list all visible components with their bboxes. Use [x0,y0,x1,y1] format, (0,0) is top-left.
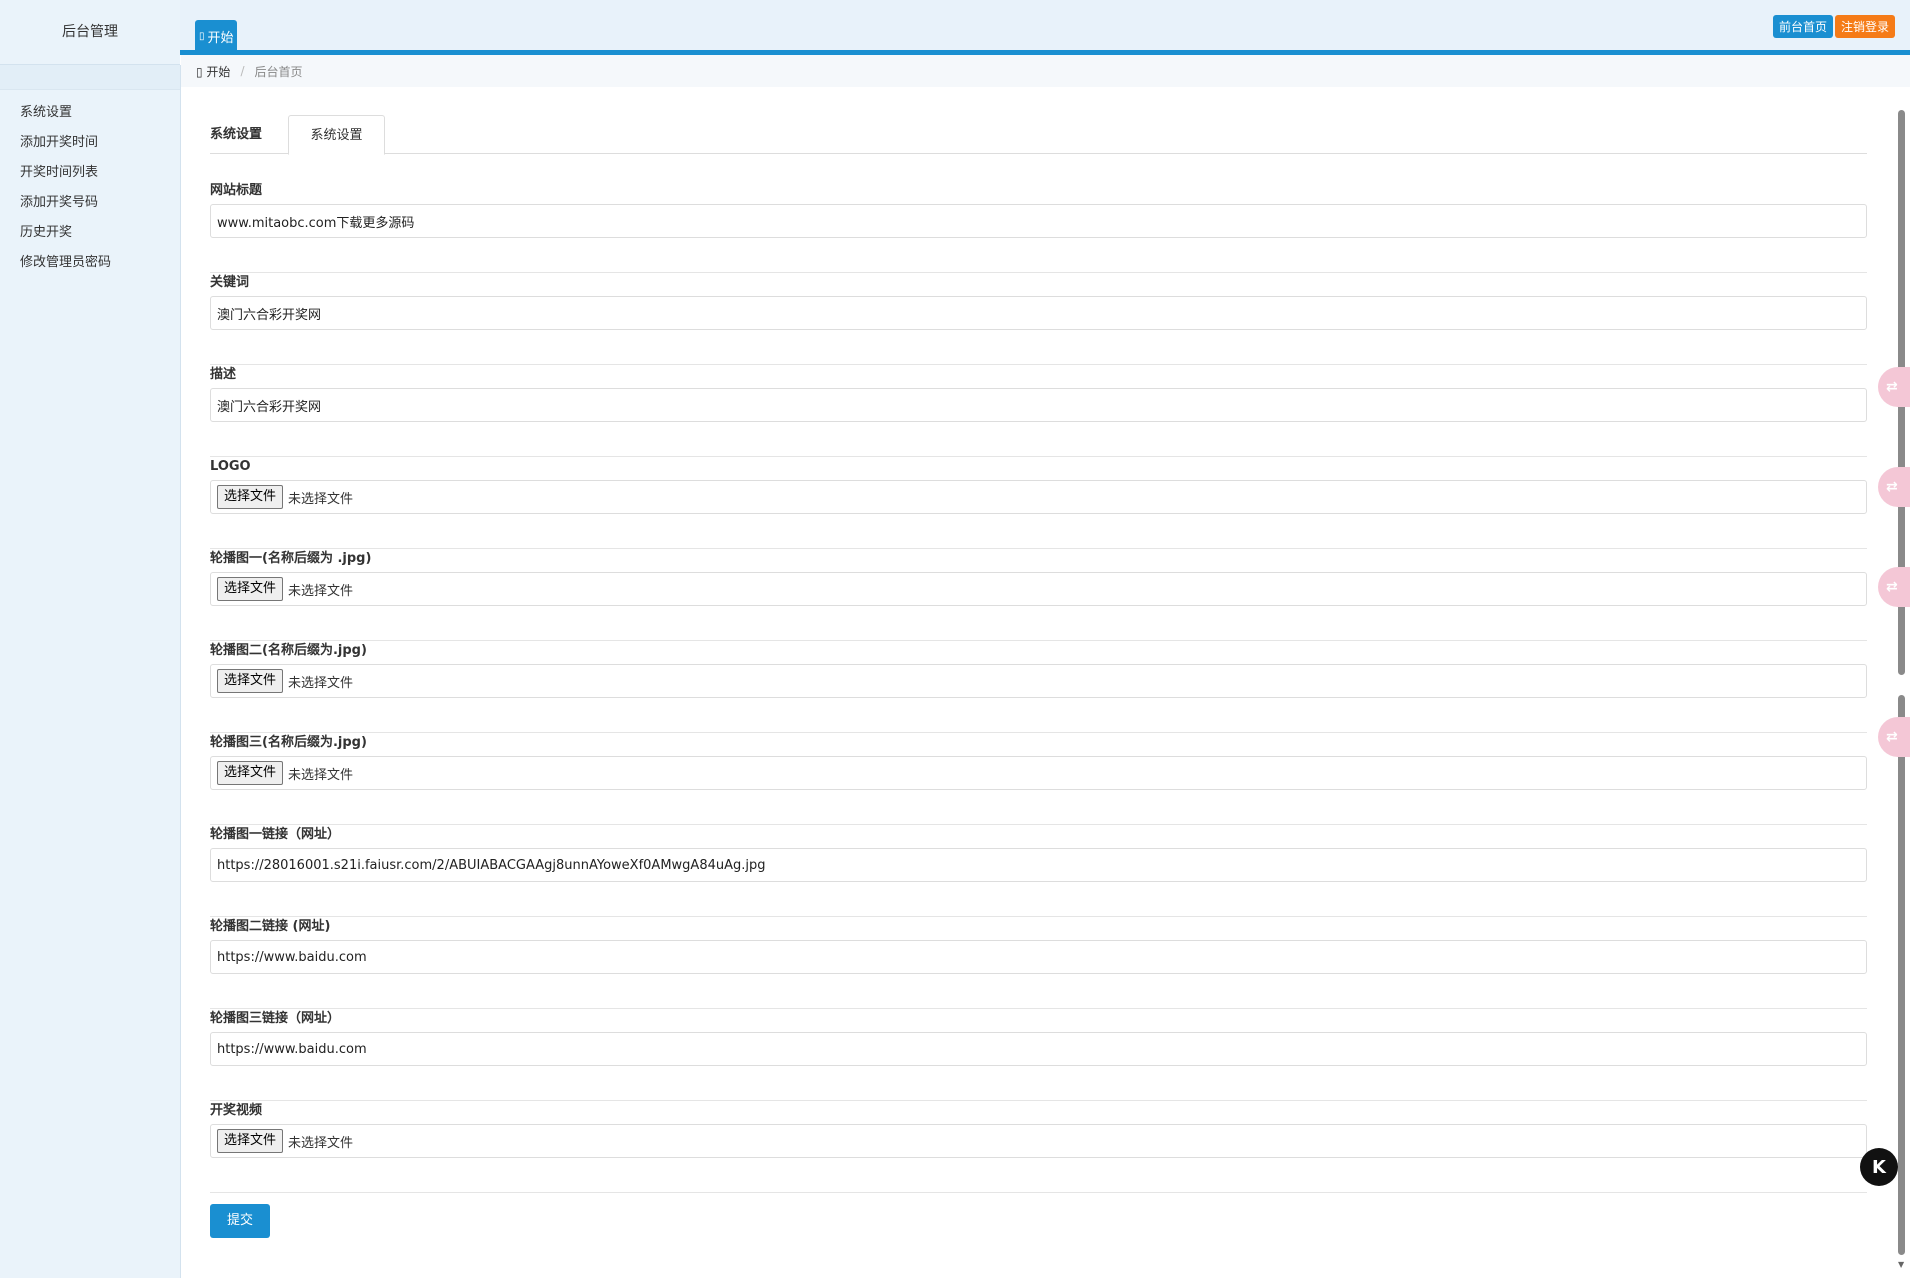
file-status: 未选择文件 [288,491,354,507]
tab-system-settings-title[interactable]: 系统设置 [210,115,262,154]
brand-title: 后台管理 [0,0,180,65]
submit-button[interactable]: 提交 [210,1204,270,1238]
banner3-link-input[interactable]: https://www.baidu.com [210,1032,1867,1066]
sidebar-item-change-password[interactable]: 修改管理员密码 [0,248,180,278]
logo-file-input: 选择文件 未选择文件 [210,480,1867,514]
translate-icon[interactable]: ⇄ [1878,467,1910,507]
video-file-input: 选择文件 未选择文件 [210,1124,1867,1158]
sidebar-item-draw-history[interactable]: 历史开奖 [0,218,180,248]
field-video: 开奖视频 选择文件 未选择文件 [210,1101,1867,1193]
settings-form: 网站标题 www.mitaobc.com下载更多源码 关键词 澳门六合彩开奖网 … [210,154,1867,1238]
field-label: 轮播图二链接 (网址) [210,919,331,934]
file-status: 未选择文件 [288,1135,354,1151]
field-label: 轮播图一(名称后缀为 .jpg) [210,551,372,566]
tab-system-settings[interactable]: 系统设置 [288,115,385,155]
field-label: 描述 [210,367,237,382]
scroll-down-icon[interactable]: ▼ [1898,1260,1904,1269]
assistant-k-button[interactable]: K [1860,1148,1898,1186]
breadcrumb-separator: / [240,64,245,78]
sidebar-item-draw-time-list[interactable]: 开奖时间列表 [0,158,180,188]
file-status: 未选择文件 [288,583,354,599]
translate-icon[interactable]: ⇄ [1878,367,1910,407]
keywords-input[interactable]: 澳门六合彩开奖网 [210,296,1867,330]
tab-start[interactable]: ▯ 开始 [195,20,237,53]
main-content: 系统设置 系统设置 网站标题 www.mitaobc.com下载更多源码 关键词… [210,115,1867,1238]
field-banner3-link: 轮播图三链接（网址） https://www.baidu.com [210,1009,1867,1101]
file-status: 未选择文件 [288,767,354,783]
settings-tabs: 系统设置 系统设置 [210,115,1867,155]
description-input[interactable]: 澳门六合彩开奖网 [210,388,1867,422]
home-icon: ▯ [196,64,207,79]
translate-icon[interactable]: ⇄ [1878,567,1910,607]
choose-file-button[interactable]: 选择文件 [217,761,284,785]
field-banner3: 轮播图三(名称后缀为.jpg) 选择文件 未选择文件 [210,733,1867,825]
site-title-input[interactable]: www.mitaobc.com下载更多源码 [210,204,1867,238]
top-header [0,0,1910,55]
field-logo: LOGO 选择文件 未选择文件 [210,457,1867,549]
sidebar-menu: 系统设置 添加开奖时间 开奖时间列表 添加开奖号码 历史开奖 修改管理员密码 [0,90,180,278]
vertical-scrollbar[interactable]: ▼ [1898,110,1906,1270]
banner2-file-input: 选择文件 未选择文件 [210,664,1867,698]
sidebar-item-add-draw-time[interactable]: 添加开奖时间 [0,128,180,158]
logout-button[interactable]: 注销登录 [1835,15,1896,38]
sidebar-header [0,65,180,90]
translate-icon[interactable]: ⇄ [1878,717,1910,757]
sidebar: 系统设置 添加开奖时间 开奖时间列表 添加开奖号码 历史开奖 修改管理员密码 [0,65,181,1278]
field-description: 描述 澳门六合彩开奖网 [210,365,1867,457]
field-label: 轮播图三(名称后缀为.jpg) [210,735,367,750]
banner1-link-input[interactable]: https://28016001.s21i.faiusr.com/2/ABUIA… [210,848,1867,882]
field-site-title: 网站标题 www.mitaobc.com下载更多源码 [210,181,1867,273]
choose-file-button[interactable]: 选择文件 [217,577,284,601]
field-label: 开奖视频 [210,1103,263,1118]
choose-file-button[interactable]: 选择文件 [217,669,284,693]
breadcrumb-current: 后台首页 [254,64,303,79]
banner3-file-input: 选择文件 未选择文件 [210,756,1867,790]
field-label: 轮播图二(名称后缀为.jpg) [210,643,367,658]
front-home-button[interactable]: 前台首页 [1773,15,1834,38]
tab-start-label: 开始 [207,31,234,46]
field-label: 轮播图三链接（网址） [210,1011,341,1026]
breadcrumb-home[interactable]: ▯ 开始 [196,63,230,80]
home-icon: ▯ [199,31,205,42]
field-banner1-link: 轮播图一链接（网址） https://28016001.s21i.faiusr.… [210,825,1867,917]
banner2-link-input[interactable]: https://www.baidu.com [210,940,1867,974]
field-banner1: 轮播图一(名称后缀为 .jpg) 选择文件 未选择文件 [210,549,1867,641]
field-banner2: 轮播图二(名称后缀为.jpg) 选择文件 未选择文件 [210,641,1867,733]
brand-label: 后台管理 [62,24,118,40]
sidebar-item-system-settings[interactable]: 系统设置 [0,98,180,128]
field-label: 轮播图一链接（网址） [210,827,341,842]
breadcrumb-home-label: 开始 [206,64,231,79]
field-label: 关键词 [210,275,250,290]
field-banner2-link: 轮播图二链接 (网址) https://www.baidu.com [210,917,1867,1009]
banner1-file-input: 选择文件 未选择文件 [210,572,1867,606]
field-label: 网站标题 [210,183,263,198]
choose-file-button[interactable]: 选择文件 [217,1129,284,1153]
sidebar-item-add-draw-number[interactable]: 添加开奖号码 [0,188,180,218]
file-status: 未选择文件 [288,675,354,691]
scrollbar-thumb[interactable] [1898,695,1905,1255]
breadcrumb: ▯ 开始 / 后台首页 [181,55,1910,87]
choose-file-button[interactable]: 选择文件 [217,485,284,509]
field-label: LOGO [210,459,251,474]
field-keywords: 关键词 澳门六合彩开奖网 [210,273,1867,365]
